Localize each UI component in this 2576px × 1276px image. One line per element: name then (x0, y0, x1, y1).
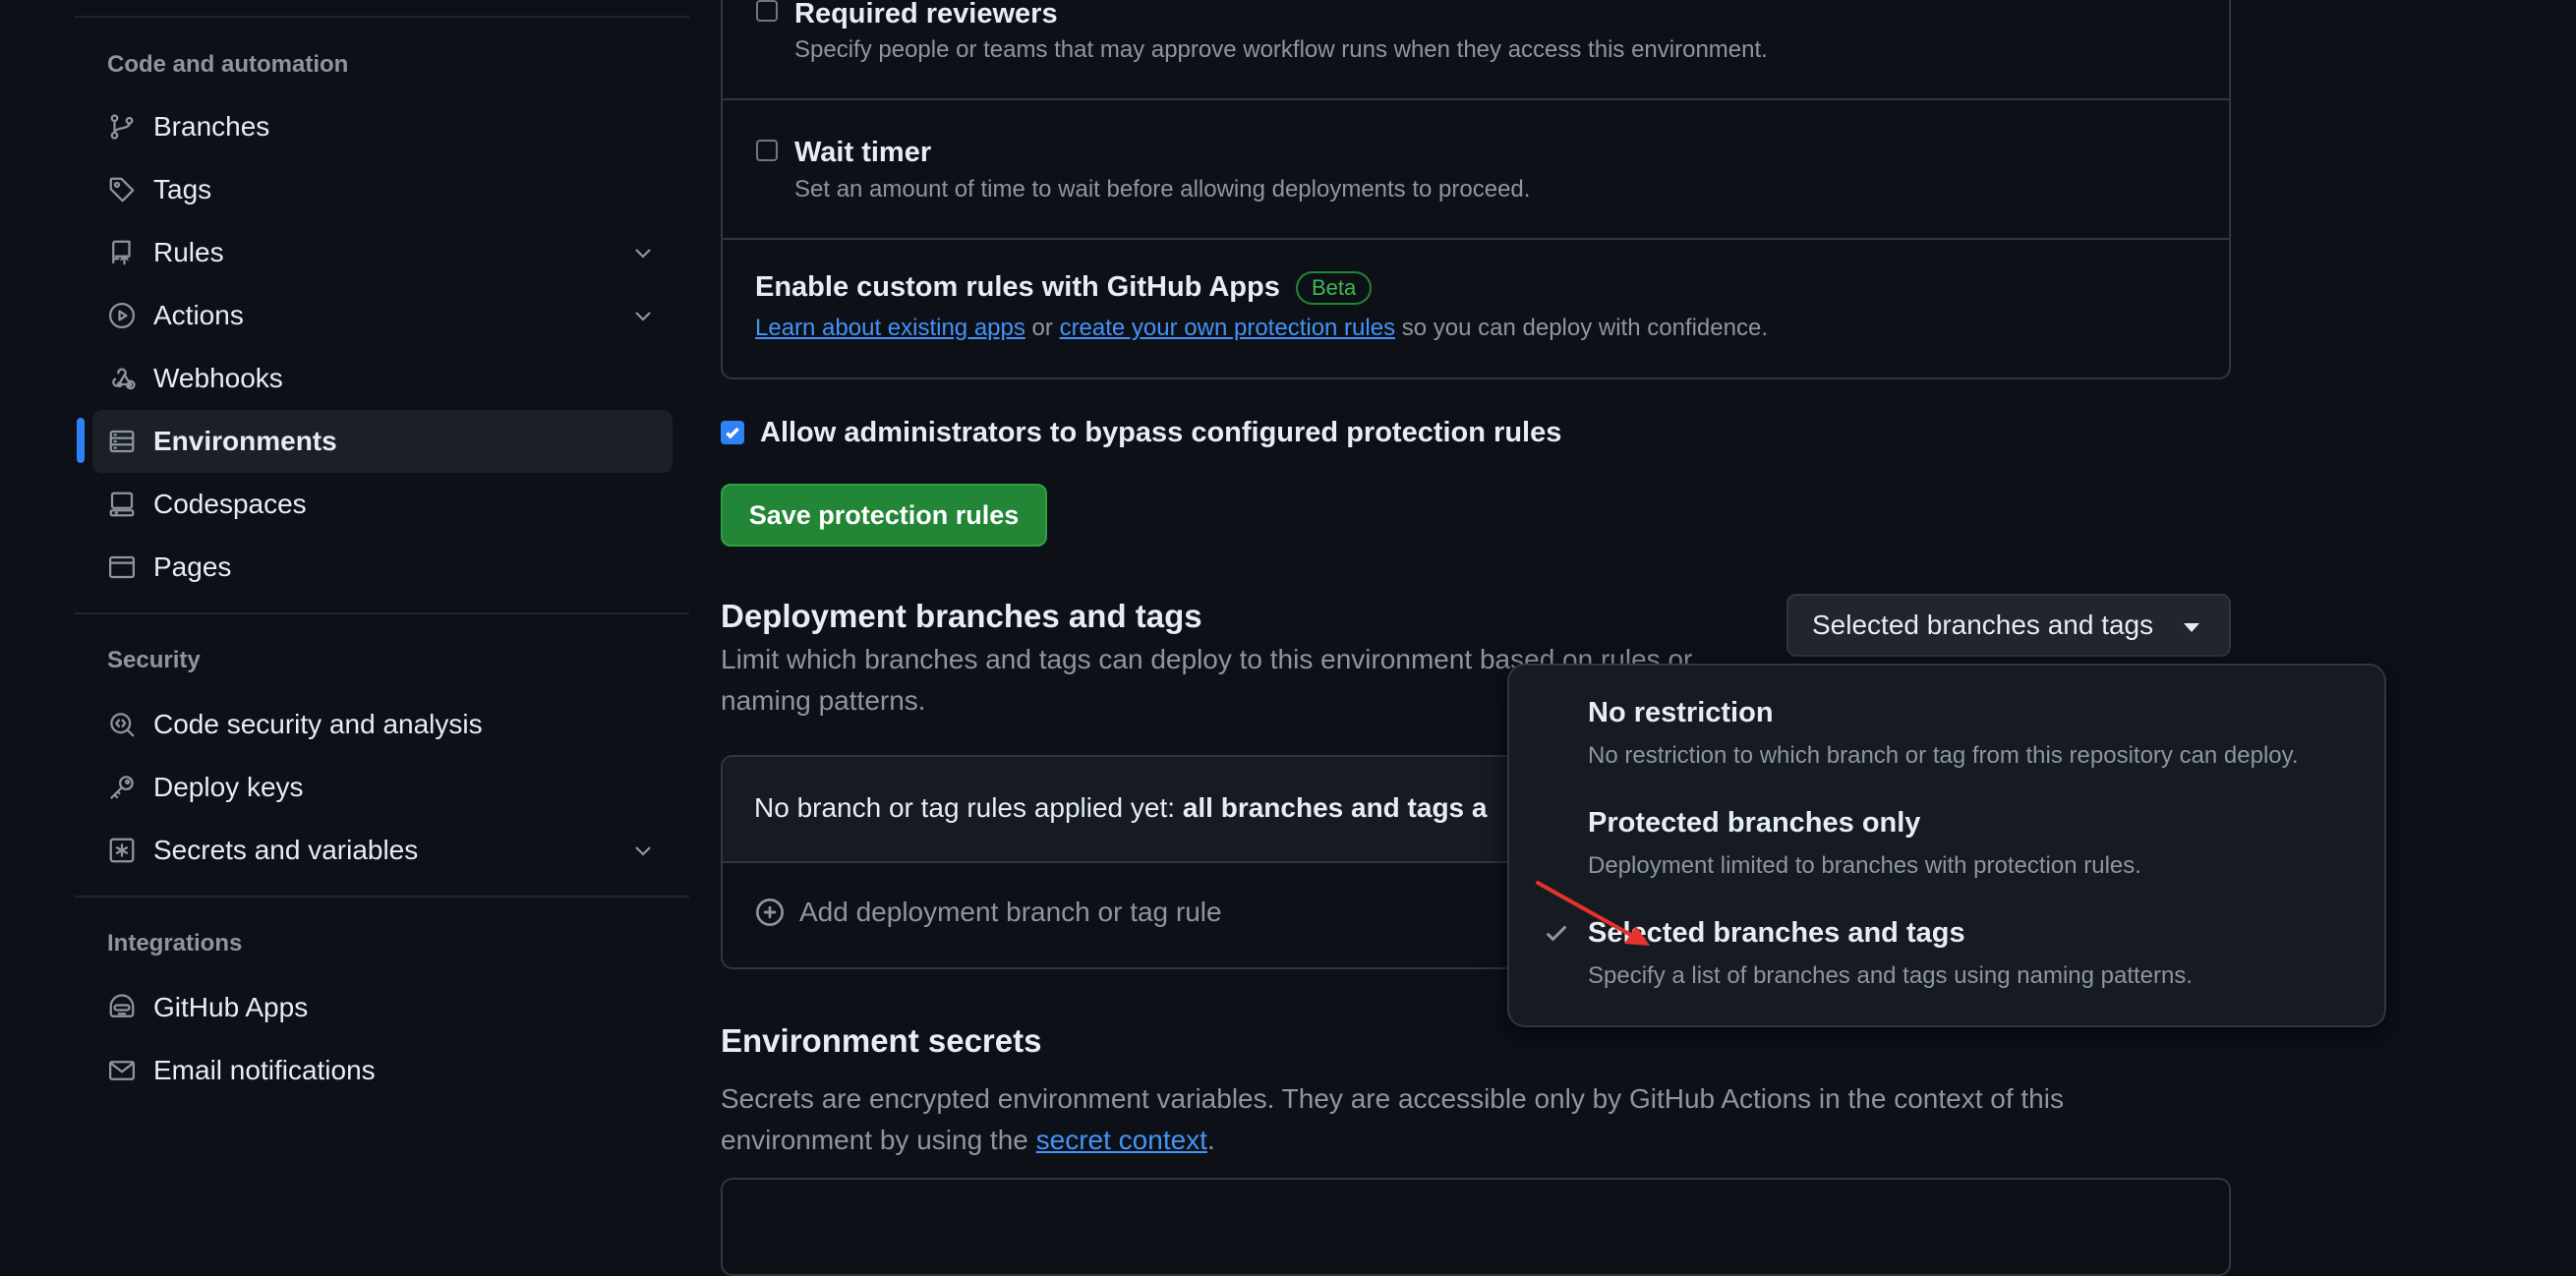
sidebar-item-pages[interactable]: Pages (92, 536, 673, 599)
required-reviewers-title: Required reviewers (794, 0, 1058, 29)
webhook-icon (106, 363, 138, 394)
mail-icon (106, 1055, 138, 1086)
annotation-arrow-icon (1536, 881, 1650, 946)
rule-divider (723, 98, 2229, 100)
deployment-branch-select[interactable]: Selected branches and tags (1786, 594, 2231, 657)
sidebar-divider (75, 896, 689, 898)
sidebar-item-label: Secrets and variables (153, 835, 419, 865)
sidebar-item-branches[interactable]: Branches (92, 95, 673, 158)
sidebar-item-label: Pages (153, 551, 232, 582)
option-title: Protected branches only (1588, 807, 1921, 839)
play-icon (106, 300, 138, 331)
browser-icon (106, 551, 138, 583)
key-asterisk-icon (106, 835, 138, 866)
triangle-down-icon (2184, 623, 2199, 632)
secrets-box (721, 1178, 2231, 1276)
sidebar-item-label: Codespaces (153, 489, 307, 519)
sidebar-item-github-apps[interactable]: GitHub Apps (92, 976, 673, 1039)
plus-circle-icon (756, 899, 784, 926)
sidebar-item-label: GitHub Apps (153, 992, 309, 1022)
sidebar-item-label: Code security and analysis (153, 709, 483, 739)
wait-timer-checkbox[interactable] (756, 140, 778, 161)
active-indicator (77, 418, 85, 463)
secret-context-link[interactable]: secret context (1036, 1125, 1207, 1155)
custom-rules-title-text: Enable custom rules with GitHub Apps (755, 271, 1280, 303)
chevron-down-icon (631, 304, 655, 327)
sidebar-heading-code-automation: Code and automation (107, 51, 349, 78)
deployment-branch-menu: No restriction No restriction to which b… (1507, 664, 2386, 1027)
sidebar-item-code-security[interactable]: Code security and analysis (92, 693, 673, 756)
sidebar-item-actions[interactable]: Actions (92, 284, 673, 347)
required-reviewers-desc: Specify people or teams that may approve… (794, 36, 1768, 63)
secrets-desc-line1: Secrets are encrypted environment variab… (721, 1083, 2064, 1114)
add-deployment-rule-button[interactable]: Add deployment branch or tag rule (754, 897, 1222, 928)
server-icon (106, 426, 138, 457)
sidebar-heading-integrations: Integrations (107, 930, 243, 957)
create-protection-rules-link[interactable]: create your own protection rules (1060, 315, 1396, 341)
sidebar-item-rules[interactable]: Rules (92, 221, 673, 284)
learn-existing-apps-link[interactable]: Learn about existing apps (755, 315, 1025, 341)
sidebar-item-label: Webhooks (153, 363, 283, 393)
sidebar-heading-security: Security (107, 647, 201, 673)
sidebar-item-label: Actions (153, 300, 244, 330)
or-text: or (1031, 315, 1053, 341)
no-rules-prefix: No branch or tag rules applied yet: (754, 792, 1183, 823)
wait-timer-desc: Set an amount of time to wait before all… (794, 176, 1531, 203)
git-branch-icon (106, 111, 138, 143)
chevron-down-icon (631, 839, 655, 862)
beta-badge: Beta (1295, 271, 1373, 306)
deployment-branches-title: Deployment branches and tags (721, 598, 1202, 634)
sidebar-divider (75, 16, 689, 18)
settings-sidebar: Code and automation Branches Tags Rules … (75, 0, 689, 1241)
option-desc: Specify a list of branches and tags usin… (1588, 962, 2194, 989)
sidebar-item-label: Environments (153, 426, 337, 456)
tag-icon (106, 174, 138, 205)
sidebar-item-tags[interactable]: Tags (92, 158, 673, 221)
no-rules-bold: all branches and tags a (1182, 792, 1488, 823)
menu-option-no-restriction[interactable]: No restriction No restriction to which b… (1509, 677, 2384, 785)
key-icon (106, 772, 138, 803)
custom-rules-tail: so you can deploy with confidence. (1401, 315, 1768, 341)
sidebar-item-webhooks[interactable]: Webhooks (92, 347, 673, 410)
save-protection-rules-button[interactable]: Save protection rules (721, 484, 1047, 547)
bypass-label: Allow administrators to bypass configure… (760, 417, 1562, 448)
sidebar-item-label: Rules (153, 237, 224, 267)
sidebar-item-secrets-variables[interactable]: Secrets and variables (92, 819, 673, 882)
sidebar-item-codespaces[interactable]: Codespaces (92, 473, 673, 536)
hubot-icon (106, 992, 138, 1023)
select-value: Selected branches and tags (1812, 609, 2154, 640)
check-icon (726, 427, 739, 439)
option-desc: No restriction to which branch or tag fr… (1588, 742, 2299, 769)
option-title: No restriction (1588, 697, 1774, 728)
add-rule-label: Add deployment branch or tag rule (799, 897, 1222, 927)
secrets-desc-suffix: . (1206, 1125, 1215, 1155)
protection-rules-box: Required reviewers Specify people or tea… (721, 0, 2231, 379)
no-rules-message: No branch or tag rules applied yet: all … (754, 792, 1487, 824)
codespaces-icon (106, 489, 138, 520)
custom-rules-title: Enable custom rules with GitHub Apps Bet… (755, 271, 1373, 306)
option-desc: Deployment limited to branches with prot… (1588, 852, 2141, 879)
environment-secrets-title: Environment secrets (721, 1022, 1042, 1059)
sidebar-item-email-notifications[interactable]: Email notifications (92, 1039, 673, 1102)
sidebar-item-label: Email notifications (153, 1055, 376, 1085)
repo-push-icon (106, 237, 138, 268)
sidebar-item-label: Deploy keys (153, 772, 304, 802)
secrets-desc-prefix: environment by using the (721, 1125, 1036, 1155)
wait-timer-title: Wait timer (794, 137, 932, 168)
environment-secrets-desc: Secrets are encrypted environment variab… (721, 1078, 2064, 1161)
sidebar-divider (75, 612, 689, 614)
sidebar-item-label: Tags (153, 174, 212, 204)
bypass-checkbox[interactable] (721, 421, 744, 444)
sidebar-item-deploy-keys[interactable]: Deploy keys (92, 756, 673, 819)
custom-rules-desc: Learn about existing apps or create your… (755, 315, 1768, 342)
rule-divider (723, 238, 2229, 240)
chevron-down-icon (631, 241, 655, 264)
sidebar-item-environments[interactable]: Environments (92, 410, 673, 473)
sidebar-item-label: Branches (153, 111, 270, 142)
secrets-desc-line2: environment by using the secret context. (721, 1120, 2064, 1161)
codescan-icon (106, 709, 138, 740)
